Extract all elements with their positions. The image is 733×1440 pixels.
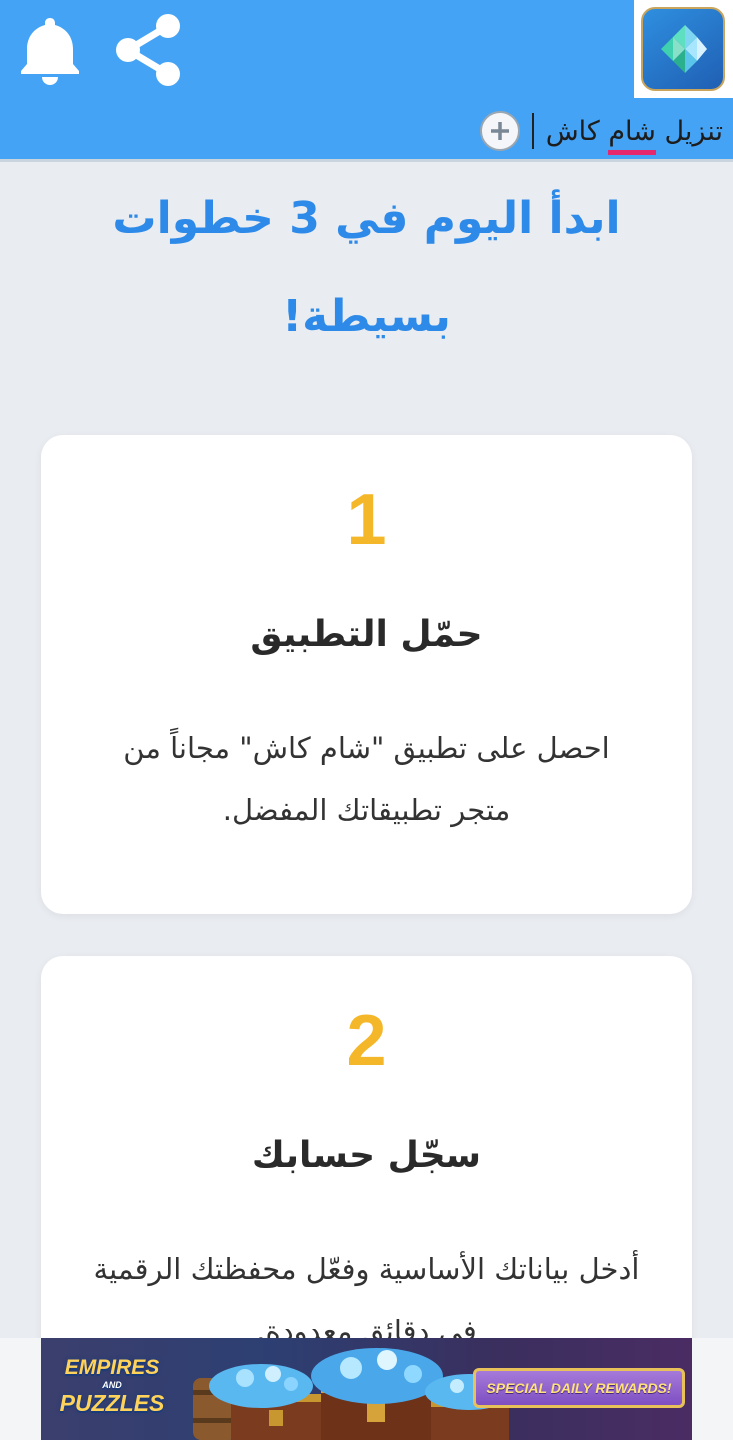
treasure-chests-image [193,1348,511,1440]
search-bar: تنزيل شام كاش [479,108,723,154]
share-button[interactable] [110,10,186,90]
app-icon-frame [634,0,733,98]
ad-creative[interactable]: EMPIRES AND PUZZLES SPECIAL DAILY REWARD… [41,1338,692,1440]
share-icon [116,14,180,86]
step-title: سجّل حسابك [251,1135,482,1176]
notification-button[interactable] [16,14,84,86]
step-number: 1 [346,480,387,560]
app-logo-icon[interactable] [641,7,725,91]
ad-banner: EMPIRES AND PUZZLES SPECIAL DAILY REWARD… [0,1338,733,1440]
add-button[interactable] [479,111,520,151]
bell-icon [21,18,79,85]
query-highlight: شام [608,115,656,147]
search-query-text[interactable]: تنزيل شام كاش [546,116,723,147]
ad-logo-line2: AND [102,1380,122,1390]
text-cursor [531,113,534,149]
ad-game-logo: EMPIRES AND PUZZLES [47,1356,177,1416]
step-title: حمّل التطبيق [250,614,483,655]
ad-logo-line3: PUZZLES [59,1390,165,1416]
query-before: تنزيل [655,115,723,147]
step-number: 2 [346,1001,387,1081]
ad-reward-badge: SPECIAL DAILY REWARDS! [473,1368,685,1408]
step-description: احصل على تطبيق "شام كاش" مجاناً من متجر … [123,731,610,827]
top-bar: تنزيل شام كاش [0,0,733,162]
ad-logo-line1: EMPIRES [64,1356,160,1379]
page-headline: ابدأ اليوم في 3 خطوات بسيطة! [112,193,621,342]
query-after: كاش [545,115,609,147]
step-card: 1 حمّل التطبيق احصل على تطبيق "شام كاش" … [41,435,692,914]
plus-circle-icon [490,122,509,140]
